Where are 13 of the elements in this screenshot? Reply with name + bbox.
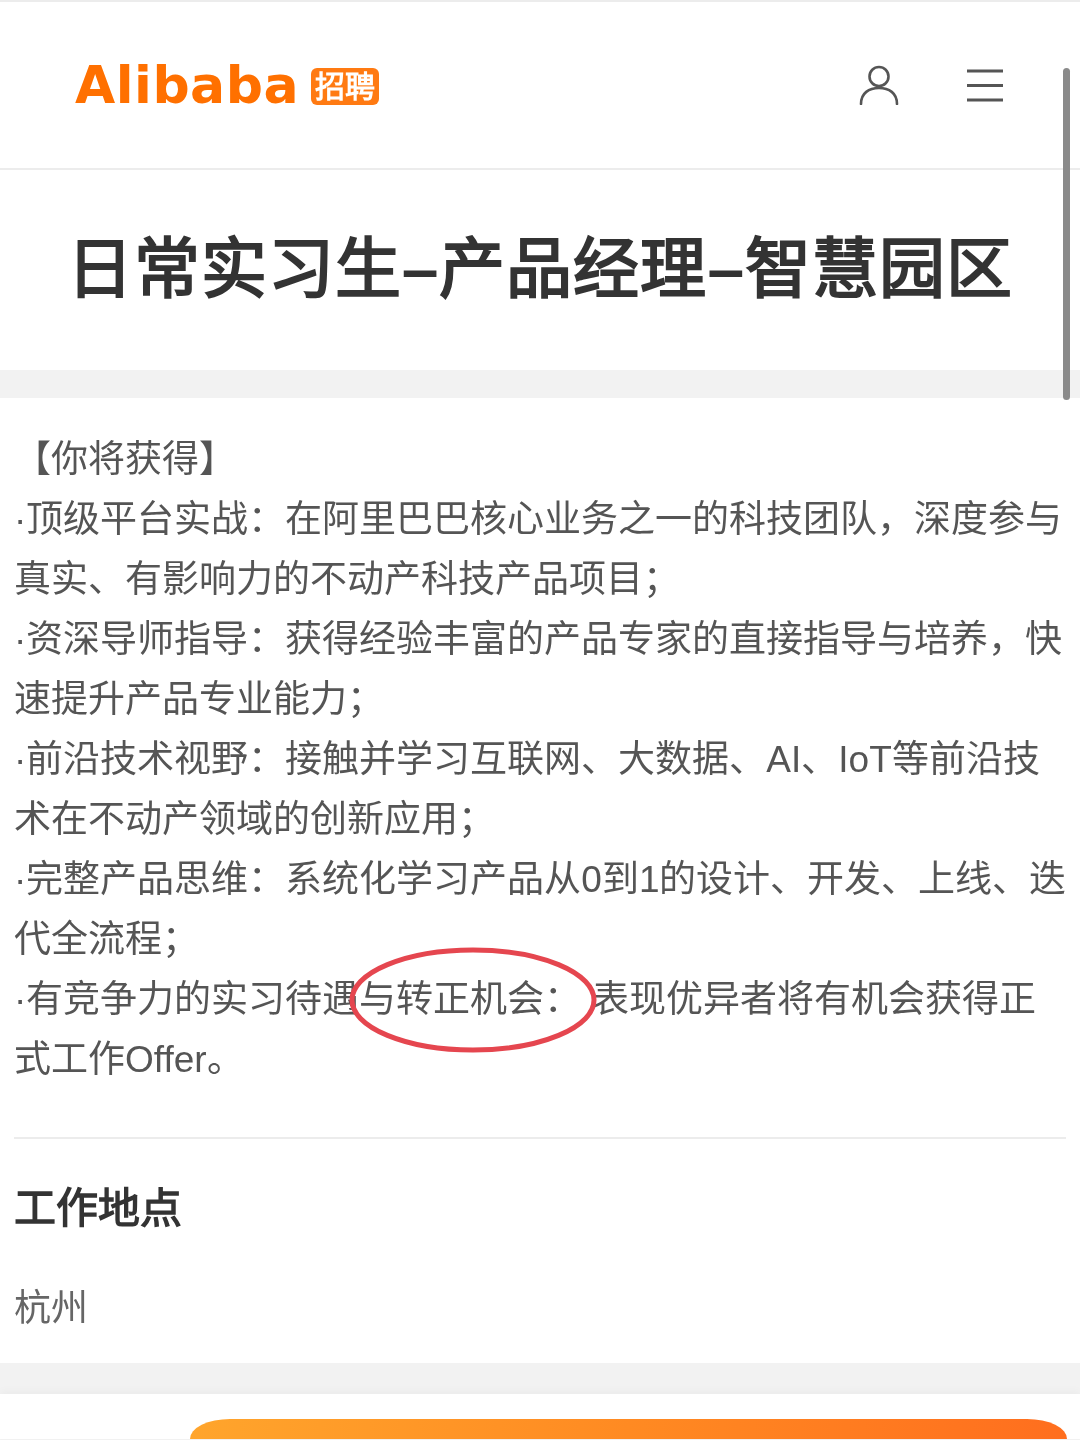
job-title: 日常实习生–产品经理–智慧园区 bbox=[66, 232, 1014, 308]
benefits-heading: 【你将获得】 bbox=[14, 438, 237, 482]
scrollbar-thumb[interactable] bbox=[1063, 68, 1070, 400]
location-value: 杭州 bbox=[14, 1287, 89, 1331]
benefit-item: ·资深导师指导：获得经验丰富的产品专家的直接指导与培养，快速提升产品专业能力； bbox=[14, 618, 1064, 722]
benefit-item: ·顶级平台实战：在阿里巴巴核心业务之一的科技团队，深度参与真实、有影响力的不动产科技产品项目； bbox=[14, 498, 1064, 602]
logo-badge[interactable]: 招聘 bbox=[311, 67, 380, 105]
location-heading: 工作地点 bbox=[14, 1184, 183, 1234]
benefit-item: ·前沿技术视野：接触并学习互联网、大数据、AI、IoT等前沿技术在不动产领域的创新应用； bbox=[14, 738, 1041, 842]
benefit-item: ·完整产品思维：系统化学习产品从0到1的设计、开发、上线、迭代全流程； bbox=[14, 858, 1068, 962]
menu-icon[interactable] bbox=[967, 68, 1003, 102]
user-icon[interactable] bbox=[859, 65, 899, 105]
logo-wordmark[interactable]: Alibaba bbox=[75, 59, 300, 111]
